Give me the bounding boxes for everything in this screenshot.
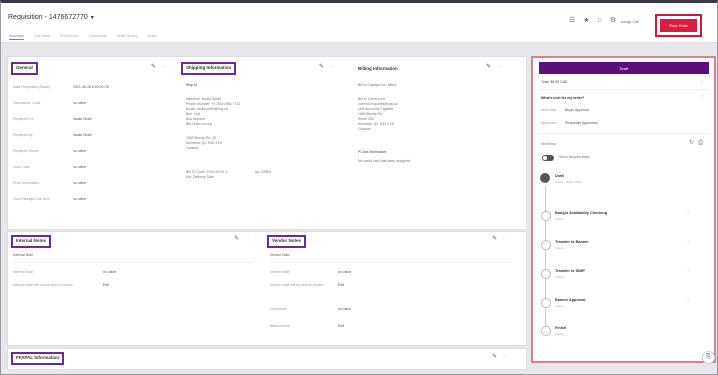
general-row: Date Requested (Barre) 2021-06-18 6:00:00… (13, 85, 110, 89)
location-pin-icon (540, 173, 550, 183)
refresh-icon[interactable]: ↻ (689, 140, 694, 146)
general-title: General (11, 62, 38, 75)
ship-number: No. 02302 (255, 170, 272, 174)
step-circle-icon (541, 326, 551, 336)
billing-title: Billing Information (358, 66, 398, 71)
general-edit-icon[interactable]: ✎ (151, 63, 156, 70)
vendor-note-row: Comments no value (270, 307, 352, 311)
place-order-highlight: Place Order (655, 14, 702, 37)
general-row: Prepared By Nadia Smith (13, 133, 93, 137)
general-row: Good Receipt Line Item no value (13, 197, 87, 201)
general-row: Prepared Tenure no value (13, 149, 87, 153)
list-icon[interactable]: ☰ (569, 17, 575, 24)
pcard-title: PCard Information (358, 150, 387, 154)
tab-notes[interactable]: Notes (148, 34, 157, 40)
tab-bar: Summary Line Items Preferences Documents… (9, 34, 157, 40)
general-more-icon[interactable]: ⋯ (161, 64, 165, 69)
more-icon[interactable]: ⋯ (687, 269, 691, 274)
order-total: Total: $9.99 CAD (541, 80, 568, 84)
ship-to-label: Ship to (186, 83, 197, 87)
shipping-title: Shipping Information (181, 62, 237, 75)
divider (539, 89, 709, 90)
chevron-right-icon[interactable]: › (701, 80, 702, 85)
pcard-text: No credit card has been assigned. (358, 159, 412, 163)
billing-edit-icon[interactable]: ✎ (486, 63, 491, 70)
status-badge: Draft (539, 62, 709, 74)
internal-note-subhead: Internal Note (13, 253, 34, 257)
vendor-note-row: Attachments Edit (270, 324, 345, 328)
summary-card: General ✎ ⋯ Date Requested (Barre) 2021-0… (7, 56, 527, 230)
tab-documents[interactable]: Documents (89, 34, 107, 40)
skipped-steps-toggle[interactable] (542, 155, 554, 161)
place-order-button[interactable]: Place Order (660, 19, 697, 32)
billing-more-icon[interactable]: ⋯ (497, 64, 501, 69)
vendor-notes-more-icon[interactable]: ⋯ (503, 236, 507, 241)
print-icon[interactable]: ⎙ (698, 140, 703, 146)
internal-notes-more-icon[interactable]: ⋯ (245, 236, 249, 241)
toggle-label: Show skipped steps (559, 155, 591, 159)
star-icon[interactable]: ★ (583, 17, 589, 24)
gear-icon[interactable]: ⚙ (610, 17, 616, 24)
step-circle-icon (541, 269, 551, 279)
chevron-down-icon[interactable]: ▾ (91, 15, 94, 21)
workflow-panel: Draft Total: $9.99 CAD › What's next for… (531, 56, 716, 363)
vendor-note-row: Vendor Note will be sent to vendor Edit (270, 283, 345, 288)
shipping-edit-icon[interactable]: ✎ (319, 63, 324, 70)
internal-note-edit-link[interactable]: Edit (103, 283, 109, 288)
chevron-up-icon[interactable]: ⌃ (701, 95, 704, 100)
whats-next-heading: What's next for my order? (541, 96, 585, 100)
tab-preferences[interactable]: Preferences (60, 34, 79, 40)
vendor-notes-edit-icon[interactable]: ✎ (492, 235, 497, 242)
vendor-note-edit-link[interactable]: Edit (338, 283, 344, 288)
general-row: Cost Code no value (13, 165, 87, 169)
more-icon[interactable]: ⋯ (687, 298, 691, 303)
shipping-more-icon[interactable]: ⋯ (330, 64, 334, 69)
step-circle-icon (541, 211, 551, 221)
est-delivery: Est. Delivery Date (186, 175, 215, 179)
tab-line-items[interactable]: Line Items (34, 34, 50, 40)
general-row: Prepared For Nadia Smith (13, 117, 93, 121)
next-step-row: Next Step Buyer Approval (541, 108, 589, 112)
page-title[interactable]: Requisition - 1476672770 ▾ (8, 14, 94, 21)
more-icon[interactable]: ⋯ (687, 240, 691, 245)
fiscal-more-icon[interactable]: ⋯ (503, 354, 507, 359)
internal-notes-title: Internal Notes (11, 235, 52, 248)
divider (13, 262, 253, 263)
fiscal-card: FFAPAL Information ✎ ⋯ (7, 348, 527, 370)
bill-to-label: Bill to Catalyst Inc. billed (358, 83, 396, 87)
general-row: Price Information no value (13, 181, 87, 185)
bill-address-line: Canada (358, 127, 371, 131)
vendor-note-row: Vendor Note no value (270, 270, 352, 274)
assign-cart-link[interactable]: Assign Cart (621, 20, 639, 24)
tab-order-history[interactable]: Order History (117, 34, 138, 40)
internal-notes-edit-icon[interactable]: ✎ (234, 235, 239, 242)
approvers-row: Approvers Requester Approvers (541, 121, 598, 125)
page-header: Requisition - 1476672770 ▾ Summary Line I… (1, 3, 717, 43)
workflow-heading: Workflow (541, 142, 556, 146)
step-circle-icon (541, 240, 551, 250)
divider (270, 262, 510, 263)
internal-note-row: Internal Note will not be sent to vendor… (13, 283, 110, 288)
divider (539, 133, 709, 134)
step-circle-icon (541, 298, 551, 308)
requisition-title: Requisition - 1476672770 (8, 14, 88, 21)
fiscal-edit-icon[interactable]: ✎ (492, 353, 497, 360)
general-row: Transaction Code no value (13, 101, 87, 105)
fiscal-title: FFAPAL Information (11, 352, 65, 365)
ship-address-line: Bill-Order-ca.org (186, 122, 212, 126)
tab-summary[interactable]: Summary (9, 34, 24, 40)
vendor-notes-title: Vendor Notes (267, 235, 307, 248)
notes-card: Internal Notes ✎ ⋯ Internal Note Interna… (7, 231, 527, 346)
home-icon[interactable]: ⌂ (598, 17, 602, 24)
attachments-edit-link[interactable]: Edit (338, 324, 344, 328)
header-icons: ☰ ★ ⌂ ⚙ (569, 17, 616, 24)
ship-address-line: Canada (186, 146, 199, 150)
assistant-icon[interactable]: ⎘ (702, 351, 715, 364)
vendor-note-subhead: Vendor Note (270, 253, 290, 257)
internal-note-row: Internal Note no value (13, 270, 117, 274)
more-icon[interactable]: ⋯ (687, 211, 691, 216)
